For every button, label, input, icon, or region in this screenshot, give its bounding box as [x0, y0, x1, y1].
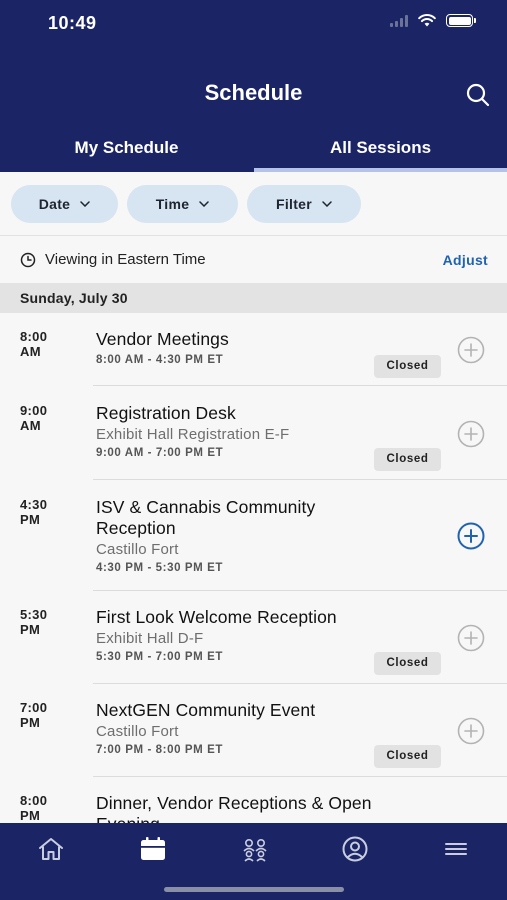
- session-time-range: 9:00 AM - 7:00 PM ET: [96, 447, 224, 459]
- time-filter-label: Time: [155, 196, 190, 212]
- menu-icon[interactable]: [441, 836, 471, 862]
- timezone-bar: Viewing in Eastern Time Adjust: [0, 237, 507, 283]
- session-location: Castillo Fort: [96, 541, 179, 558]
- time-filter-chip[interactable]: Time: [127, 185, 238, 223]
- session-time: 4:30 PM: [20, 497, 48, 527]
- session-title: First Look Welcome Reception: [96, 607, 337, 627]
- home-indicator: [164, 887, 344, 892]
- bottom-tab-bar: [0, 823, 507, 900]
- wifi-icon: [418, 14, 436, 27]
- tab-all-sessions[interactable]: All Sessions: [254, 138, 507, 158]
- closed-badge: Closed: [374, 448, 441, 471]
- session-location: Exhibit Hall Registration E-F: [96, 426, 290, 443]
- timezone-text: Viewing in Eastern Time: [45, 251, 206, 268]
- session-time-range: 8:00 AM - 4:30 PM ET: [96, 354, 224, 366]
- people-icon[interactable]: [240, 836, 270, 862]
- tab-my-schedule[interactable]: My Schedule: [0, 138, 253, 158]
- adjust-timezone-link[interactable]: Adjust: [443, 252, 488, 268]
- session-title: NextGEN Community Event: [96, 700, 316, 720]
- session-time: 8:00 PM: [20, 793, 48, 823]
- session-title: ISV & Cannabis Community Reception: [96, 497, 316, 538]
- session-time-range: 4:30 PM - 5:30 PM ET: [96, 562, 224, 574]
- session-row-isv-cannabis-reception[interactable]: 4:30 PM ISV & Cannabis Community Receptio…: [0, 480, 507, 591]
- session-title: Vendor Meetings: [96, 329, 229, 349]
- profile-icon[interactable]: [340, 836, 370, 862]
- status-time: 10:49: [48, 13, 97, 33]
- session-row-registration-desk[interactable]: 9:00 AM Registration Desk Exhibit Hall Re…: [0, 386, 507, 480]
- session-row-first-look-reception[interactable]: 5:30 PM First Look Welcome Reception Exhi…: [0, 591, 507, 684]
- cellular-signal-icon: [390, 14, 408, 27]
- date-filter-chip[interactable]: Date: [11, 185, 118, 223]
- page-title: Schedule: [204, 80, 303, 105]
- session-title: Dinner, Vendor Receptions & Open Evening: [96, 793, 372, 823]
- app-header: 10:49 Schedule My Schedule All Sessions: [0, 0, 507, 172]
- battery-icon: [446, 14, 476, 27]
- closed-badge: Closed: [374, 745, 441, 768]
- session-time: 9:00 AM: [20, 403, 48, 433]
- add-to-schedule-icon[interactable]: [457, 420, 485, 448]
- add-to-schedule-icon[interactable]: [457, 624, 485, 652]
- session-title: Registration Desk: [96, 403, 236, 423]
- session-time: 5:30 PM: [20, 607, 48, 637]
- home-icon[interactable]: [36, 836, 66, 862]
- add-to-schedule-icon[interactable]: [457, 717, 485, 745]
- date-filter-label: Date: [38, 196, 71, 212]
- session-time: 8:00 AM: [20, 329, 48, 359]
- status-icons: [390, 14, 476, 27]
- session-row-nextgen-event[interactable]: 7:00 PM NextGEN Community Event Castillo …: [0, 684, 507, 777]
- filter-label: Filter: [275, 196, 313, 212]
- filter-chip[interactable]: Filter: [247, 185, 361, 223]
- session-row-dinner-receptions[interactable]: 8:00 PM Dinner, Vendor Receptions & Open …: [0, 777, 507, 823]
- session-row-vendor-meetings[interactable]: 8:00 AM Vendor Meetings 8:00 AM - 4:30 PM…: [0, 313, 507, 386]
- day-header: Sunday, July 30: [0, 283, 507, 313]
- session-time: 7:00 PM: [20, 700, 48, 730]
- closed-badge: Closed: [374, 652, 441, 675]
- session-location: Castillo Fort: [96, 723, 179, 740]
- clock-icon: [20, 252, 36, 268]
- session-location: Exhibit Hall D-F: [96, 630, 204, 647]
- filter-bar: Date Time Filter: [0, 172, 507, 236]
- chevron-down-icon: [80, 201, 91, 207]
- session-time-range: 7:00 PM - 8:00 PM ET: [96, 744, 224, 756]
- chevron-down-icon: [322, 201, 332, 207]
- calendar-icon[interactable]: [138, 836, 168, 862]
- add-to-schedule-icon[interactable]: [457, 522, 485, 550]
- session-list[interactable]: 8:00 AM Vendor Meetings 8:00 AM - 4:30 PM…: [0, 313, 507, 823]
- search-icon[interactable]: [465, 82, 491, 108]
- chevron-down-icon: [199, 201, 210, 207]
- closed-badge: Closed: [374, 355, 441, 378]
- add-to-schedule-icon[interactable]: [457, 336, 485, 364]
- session-time-range: 5:30 PM - 7:00 PM ET: [96, 651, 224, 663]
